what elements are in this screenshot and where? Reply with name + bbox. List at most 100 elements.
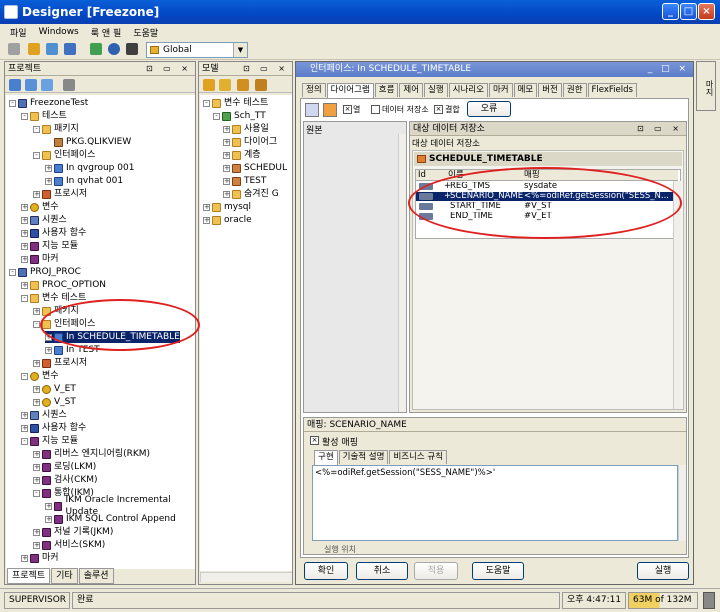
expand-toggle-icon[interactable]: +: [33, 450, 40, 458]
new-project-icon[interactable]: [9, 79, 21, 91]
active-mapping-checkbox[interactable]: ×: [310, 436, 319, 445]
join-checkbox[interactable]: ×: [434, 105, 443, 114]
new-model-icon[interactable]: [203, 79, 215, 91]
tab-editor[interactable]: 메모: [513, 83, 538, 97]
tree-item[interactable]: + IKM SQL Control Append: [45, 513, 176, 525]
menu-help[interactable]: 도움말: [133, 26, 158, 39]
right-sidebar-tab[interactable]: 마지: [696, 61, 716, 111]
new-item-icon[interactable]: [41, 79, 53, 91]
tree-item[interactable]: - Sch_TT: [213, 110, 266, 122]
tree-item[interactable]: - 지능 모듈: [21, 435, 78, 447]
tool-icon[interactable]: [28, 43, 40, 55]
expand-toggle-icon[interactable]: -: [9, 268, 16, 276]
new-folder-icon[interactable]: [25, 79, 37, 91]
expand-toggle-icon[interactable]: +: [223, 151, 230, 159]
execute-button[interactable]: 실행: [637, 562, 689, 580]
help-button[interactable]: 도움말: [472, 562, 524, 580]
tab-editor[interactable]: 시나리오: [448, 83, 488, 97]
tool-icon[interactable]: [64, 43, 76, 55]
expand-toggle-icon[interactable]: +: [21, 255, 28, 263]
expand-toggle-icon[interactable]: -: [33, 489, 40, 497]
tree-item[interactable]: - 인터페이스: [33, 149, 95, 161]
ok-button[interactable]: 확인: [304, 562, 348, 580]
tab-editor[interactable]: 다이어그램: [326, 83, 374, 98]
expand-toggle-icon[interactable]: +: [21, 203, 28, 211]
close-button[interactable]: ×: [698, 3, 715, 20]
tree-item[interactable]: - 테스트: [21, 110, 67, 122]
column-checkbox[interactable]: ×: [343, 105, 352, 114]
tree-item[interactable]: - 변수 테스트: [203, 97, 268, 109]
tree-item[interactable]: + 숨겨진 G: [223, 188, 279, 200]
tree-item[interactable]: + IKM Oracle Incremental Update: [45, 495, 195, 517]
tree-item[interactable]: + 검사(CKM): [33, 474, 98, 486]
expand-toggle-icon[interactable]: +: [223, 164, 230, 172]
tab-projects[interactable]: 프로젝트: [7, 568, 51, 584]
expand-toggle-icon[interactable]: +: [21, 242, 28, 250]
chevron-down-icon[interactable]: ▼: [233, 43, 247, 57]
expand-toggle-icon[interactable]: -: [21, 372, 28, 380]
expand-toggle-icon[interactable]: -: [33, 125, 40, 133]
tree-item[interactable]: + 사용일: [223, 123, 269, 135]
expand-toggle-icon[interactable]: +: [203, 203, 210, 211]
tool-icon[interactable]: [46, 43, 58, 55]
expand-toggle-icon[interactable]: +: [33, 385, 40, 393]
tab-editor[interactable]: 정의: [302, 83, 326, 97]
tree-item[interactable]: + V_ET: [33, 383, 76, 395]
tree-item[interactable]: PKG.QLIKVIEW: [45, 136, 131, 148]
maximize-button[interactable]: □: [680, 3, 697, 20]
expand-toggle-icon[interactable]: +: [21, 216, 28, 224]
tree-item[interactable]: - PROJ_PROC: [9, 266, 81, 278]
expand-toggle-icon[interactable]: -: [203, 99, 210, 107]
expand-toggle-icon[interactable]: +: [33, 359, 40, 367]
expand-toggle-icon[interactable]: +: [33, 541, 40, 549]
panel-window-buttons[interactable]: ⊡ ▭ ×: [243, 62, 289, 76]
expand-toggle-icon[interactable]: +: [33, 307, 40, 315]
tree-item[interactable]: + oracle: [203, 214, 252, 226]
tree-item[interactable]: - 변수: [21, 370, 59, 382]
tab-editor[interactable]: 제어: [399, 83, 424, 97]
tree-item[interactable]: + 지능 모듈: [21, 240, 78, 252]
tab-solutions[interactable]: 솔루션: [78, 568, 114, 584]
expand-toggle-icon[interactable]: -: [33, 320, 40, 328]
tree-item[interactable]: - 패키지: [33, 123, 79, 135]
expand-toggle-icon[interactable]: -: [213, 112, 220, 120]
expand-toggle-icon[interactable]: -: [21, 437, 28, 445]
expand-toggle-icon[interactable]: +: [21, 229, 28, 237]
table-tool-icon[interactable]: [323, 103, 337, 117]
tree-item[interactable]: + In qvhat 001: [45, 175, 123, 187]
expand-toggle-icon[interactable]: -: [33, 151, 40, 159]
pointer-tool-icon[interactable]: [305, 103, 319, 117]
memory-indicator[interactable]: 63M of 132M: [628, 592, 698, 609]
apply-button[interactable]: 적용: [414, 562, 458, 580]
expand-toggle-icon[interactable]: +: [21, 424, 28, 432]
error-button[interactable]: 오류: [467, 101, 511, 117]
menu-windows[interactable]: Windows: [39, 27, 79, 37]
vertical-scrollbar[interactable]: [673, 181, 681, 409]
tree-item[interactable]: + mysql: [203, 201, 251, 213]
editor-window-buttons[interactable]: _ □ ×: [648, 62, 689, 77]
horizontal-scrollbar[interactable]: [200, 572, 292, 582]
delete-icon[interactable]: [63, 79, 75, 91]
expand-toggle-icon[interactable]: +: [45, 346, 52, 354]
tab-editor[interactable]: 마커: [488, 83, 513, 97]
menu-file[interactable]: 파일: [10, 26, 27, 39]
tree-item[interactable]: + 리버스 엔지니어링(RKM): [33, 448, 150, 460]
tab-editor[interactable]: 버전: [538, 83, 562, 97]
tree-item[interactable]: + 프로시저: [33, 357, 87, 369]
new-folder-icon[interactable]: [219, 79, 231, 91]
panel-window-buttons[interactable]: ⊡ ▭ ×: [146, 62, 192, 76]
tab-business-rules[interactable]: 비즈니스 규칙: [389, 450, 448, 464]
expand-toggle-icon[interactable]: -: [21, 294, 28, 302]
expand-toggle-icon[interactable]: +: [21, 281, 28, 289]
expand-toggle-icon[interactable]: +: [223, 138, 230, 146]
tree-item[interactable]: + 사용자 함수: [21, 227, 86, 239]
expand-toggle-icon[interactable]: +: [223, 177, 230, 185]
expand-toggle-icon[interactable]: +: [33, 190, 40, 198]
tab-editor[interactable]: 실행: [424, 83, 448, 97]
tab-implementation[interactable]: 구현: [314, 450, 338, 465]
expand-toggle-icon[interactable]: +: [33, 463, 40, 471]
tab-technical-description[interactable]: 기술적 설명: [338, 450, 389, 464]
expand-toggle-icon[interactable]: +: [45, 164, 52, 172]
help-icon[interactable]: [108, 43, 120, 55]
tree-item[interactable]: + In qvgroup 001: [45, 162, 134, 174]
